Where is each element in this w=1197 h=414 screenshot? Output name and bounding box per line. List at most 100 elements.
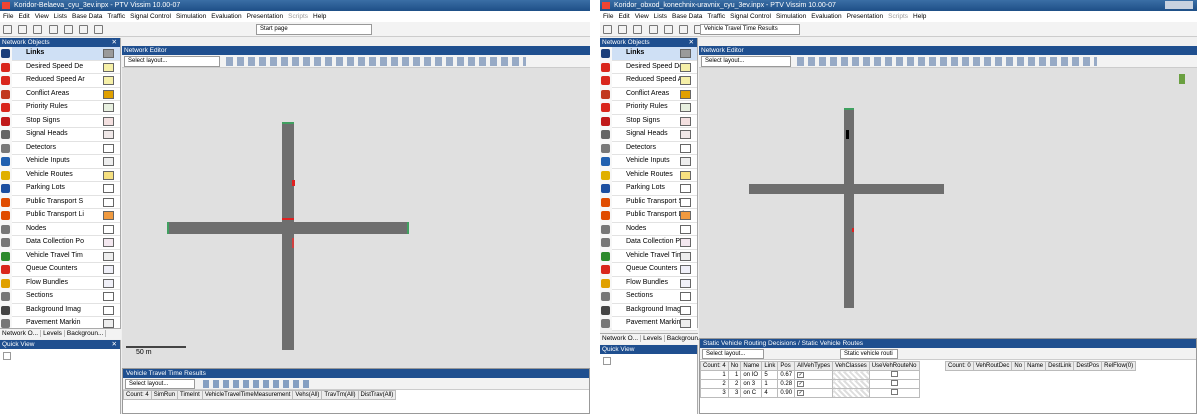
all-veh-types-checkbox[interactable]: ✓: [797, 381, 805, 387]
network-object-sections[interactable]: Sections: [601, 290, 697, 304]
veh-classes-cell[interactable]: [832, 370, 870, 380]
menu-item-base-data[interactable]: Base Data: [672, 13, 702, 20]
object-color-swatch[interactable]: [103, 224, 114, 234]
network-object-stop-signs[interactable]: Stop Signs: [601, 114, 697, 128]
cell[interactable]: 0.90: [777, 388, 796, 398]
open-file-icon[interactable]: [18, 25, 28, 34]
network-object-desired-speed-de[interactable]: Desired Speed De: [601, 60, 697, 74]
object-color-swatch[interactable]: [680, 211, 691, 220]
cell[interactable]: [868, 370, 920, 380]
object-color-swatch[interactable]: [103, 130, 114, 139]
network-object-nodes[interactable]: Nodes: [601, 222, 697, 236]
object-color-swatch[interactable]: [680, 251, 691, 261]
menu-item-help[interactable]: Help: [313, 13, 326, 20]
panel-tab[interactable]: Levels: [641, 335, 665, 342]
cell[interactable]: on IO: [740, 370, 763, 380]
object-color-swatch[interactable]: [103, 278, 114, 288]
menu-item-signal-control[interactable]: Signal Control: [730, 13, 771, 20]
object-color-swatch[interactable]: [680, 103, 691, 112]
network-object-detectors[interactable]: Detectors: [1, 141, 120, 155]
network-object-vehicle-routes[interactable]: Vehicle Routes: [1, 168, 120, 182]
all-veh-types-checkbox[interactable]: ✓: [797, 390, 805, 396]
network-object-flow-bundles[interactable]: Flow Bundles: [601, 276, 697, 290]
signal-head-marker[interactable]: [852, 228, 854, 232]
menu-item-signal-control[interactable]: Signal Control: [130, 13, 171, 20]
object-color-swatch[interactable]: [103, 292, 114, 301]
layout-select[interactable]: Select layout...: [701, 56, 791, 67]
redo-icon[interactable]: [63, 25, 73, 34]
menu-item-base-data[interactable]: Base Data: [72, 13, 102, 20]
network-object-priority-rules[interactable]: Priority Rules: [601, 101, 697, 115]
network-object-priority-rules[interactable]: Priority Rules: [1, 101, 120, 115]
undo-icon[interactable]: [648, 25, 658, 34]
column-header[interactable]: No: [1011, 361, 1026, 371]
object-color-swatch[interactable]: [103, 89, 114, 99]
menu-item-edit[interactable]: Edit: [618, 13, 629, 20]
all-veh-types-checkbox[interactable]: ✓: [797, 372, 805, 378]
network-object-vehicle-inputs[interactable]: Vehicle Inputs: [601, 155, 697, 169]
object-color-swatch[interactable]: [103, 157, 114, 166]
network-object-links[interactable]: Links: [1, 47, 120, 61]
menu-item-view[interactable]: View: [35, 13, 49, 20]
menu-item-scripts[interactable]: Scripts: [888, 13, 908, 20]
cell[interactable]: 1: [700, 370, 729, 380]
cell[interactable]: 3: [727, 388, 742, 398]
cell[interactable]: [868, 379, 920, 389]
menu-item-lists[interactable]: Lists: [654, 13, 667, 20]
cell[interactable]: 0.28: [777, 379, 796, 389]
column-header[interactable]: No: [727, 361, 742, 371]
object-color-swatch[interactable]: [680, 49, 691, 58]
network-object-nodes[interactable]: Nodes: [1, 222, 120, 236]
results-window-select[interactable]: Vehicle Travel Time Results: [700, 24, 800, 35]
object-color-swatch[interactable]: [103, 305, 114, 315]
object-color-swatch[interactable]: [680, 89, 691, 99]
object-color-swatch[interactable]: [680, 157, 691, 166]
object-color-swatch[interactable]: [680, 116, 691, 126]
network-object-sections[interactable]: Sections: [1, 290, 120, 304]
window-controls[interactable]: [1165, 1, 1193, 9]
layout-select[interactable]: Select layout...: [124, 56, 220, 67]
use-veh-route-no-checkbox[interactable]: [890, 389, 898, 395]
new-file-icon[interactable]: [3, 25, 12, 34]
network-object-queue-counters[interactable]: Queue Counters: [1, 263, 120, 277]
object-color-swatch[interactable]: [680, 170, 691, 180]
panel-tab[interactable]: Levels: [41, 330, 65, 337]
menu-item-lists[interactable]: Lists: [54, 13, 67, 20]
object-color-swatch[interactable]: [103, 184, 114, 193]
network-object-vehicle-travel-tim[interactable]: Vehicle Travel Tim: [601, 249, 697, 263]
object-color-swatch[interactable]: [680, 238, 691, 247]
column-header[interactable]: AllVehTypes: [794, 361, 834, 371]
close-icon[interactable]: ✕: [112, 340, 117, 349]
pin-icon[interactable]: [603, 357, 611, 365]
routes-layout-select[interactable]: Select layout...: [702, 349, 764, 359]
object-color-swatch[interactable]: [103, 319, 114, 328]
menu-item-traffic[interactable]: Traffic: [107, 13, 125, 20]
menu-item-evaluation[interactable]: Evaluation: [811, 13, 841, 20]
menu-item-file[interactable]: File: [603, 13, 613, 20]
network-object-vehicle-routes[interactable]: Vehicle Routes: [601, 168, 697, 182]
object-color-swatch[interactable]: [680, 143, 691, 153]
detector-marker[interactable]: [846, 130, 849, 139]
results-tool-icons[interactable]: [203, 380, 313, 388]
object-color-swatch[interactable]: [680, 184, 691, 193]
cell[interactable]: on 3: [740, 379, 763, 389]
object-color-swatch[interactable]: [680, 292, 691, 301]
panel-tab[interactable]: Network O...: [0, 330, 42, 337]
column-header[interactable]: VehicleTravelTimeMeasurement: [201, 390, 294, 400]
network-object-reduced-speed-ar[interactable]: Reduced Speed Ar: [601, 74, 697, 88]
table-row[interactable]: 2 2 on 3 1 0.28 ✓: [700, 379, 920, 389]
network-object-queue-counters[interactable]: Queue Counters: [601, 263, 697, 277]
object-color-swatch[interactable]: [103, 143, 114, 153]
menu-item-simulation[interactable]: Simulation: [176, 13, 206, 20]
veh-classes-cell[interactable]: [832, 388, 870, 398]
network-canvas[interactable]: 50 m: [122, 68, 590, 368]
close-icon[interactable]: ✕: [112, 38, 117, 47]
stop-icon[interactable]: [94, 25, 104, 34]
network-canvas[interactable]: [699, 68, 1197, 338]
object-color-swatch[interactable]: [680, 278, 691, 288]
cell[interactable]: 4: [761, 388, 779, 398]
network-object-parking-lots[interactable]: Parking Lots: [1, 182, 120, 196]
editor-tool-icons[interactable]: [226, 57, 526, 66]
object-color-swatch[interactable]: [103, 238, 114, 247]
object-color-swatch[interactable]: [680, 130, 691, 139]
